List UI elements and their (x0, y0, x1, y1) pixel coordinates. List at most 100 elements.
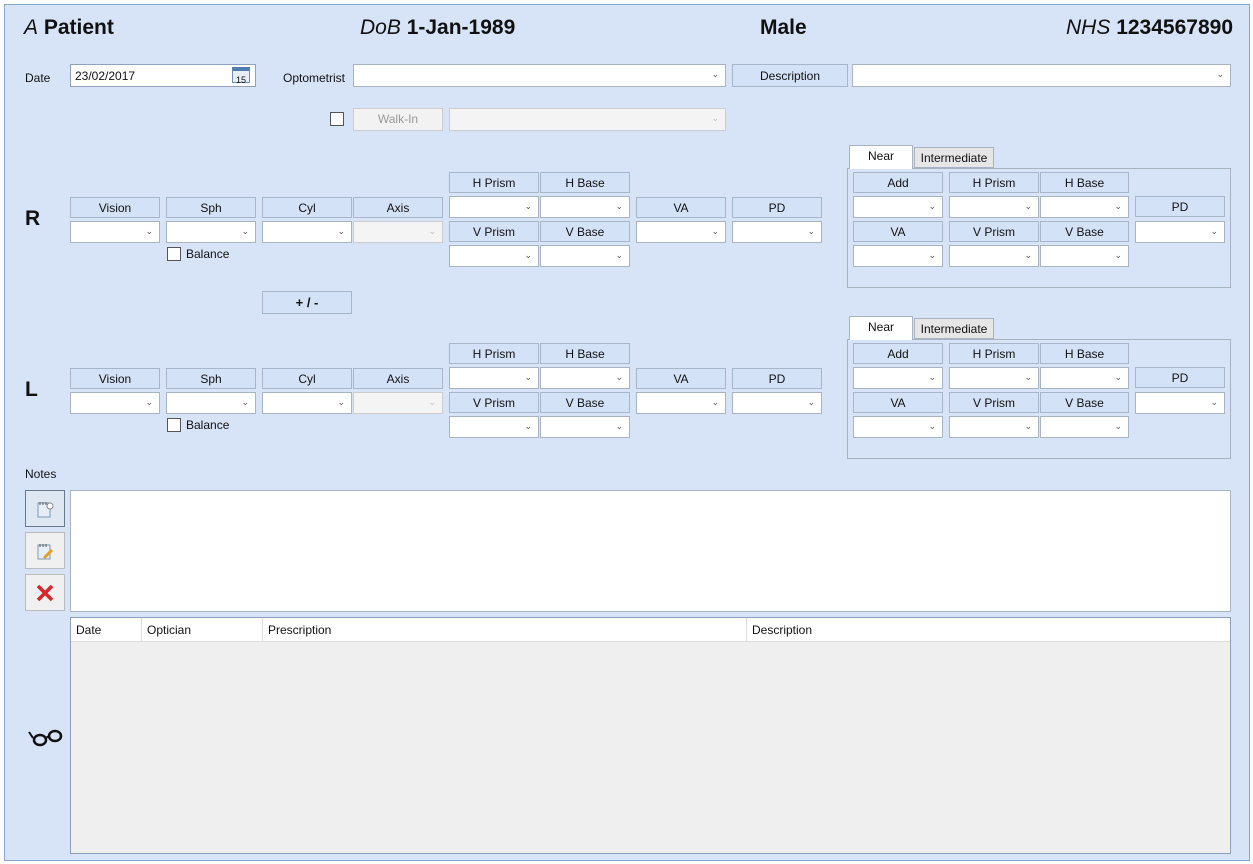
chevron-down-icon: ⌄ (807, 226, 815, 236)
chevron-down-icon: ⌄ (928, 421, 936, 431)
patient-sex: Male (760, 16, 807, 40)
l-near-va-select[interactable]: ⌄ (853, 416, 943, 438)
column-header-prescription[interactable]: Prescription (263, 618, 747, 642)
delete-note-button[interactable] (25, 574, 65, 611)
l-tab-intermediate[interactable]: Intermediate (914, 318, 994, 339)
l-h-prism-select[interactable]: ⌄ (449, 367, 539, 389)
r-v-base-label: V Base (540, 221, 630, 242)
r-near-v-prism-label: V Prism (949, 221, 1039, 242)
l-near-h-base-label: H Base (1040, 343, 1129, 364)
r-near-h-prism-select[interactable]: ⌄ (949, 196, 1039, 218)
l-near-h-base-select[interactable]: ⌄ (1040, 367, 1129, 389)
glasses-icon (28, 729, 63, 747)
plus-minus-button[interactable]: + / - (262, 291, 352, 314)
chevron-down-icon: ⌄ (1114, 421, 1122, 431)
chevron-down-icon: ⌄ (241, 397, 249, 407)
r-sph-label: Sph (166, 197, 256, 218)
column-header-description[interactable]: Description (747, 618, 1230, 642)
l-near-h-prism-select[interactable]: ⌄ (949, 367, 1039, 389)
chevron-down-icon: ⌄ (928, 250, 936, 260)
date-value[interactable]: 23/02/2017 (75, 69, 135, 83)
l-near-add-select[interactable]: ⌄ (853, 367, 943, 389)
r-vision-label: Vision (70, 197, 160, 218)
r-h-base-select[interactable]: ⌄ (540, 196, 630, 218)
l-tab-near[interactable]: Near (849, 316, 913, 340)
l-near-pd-select[interactable]: ⌄ (1135, 392, 1225, 414)
r-vision-select[interactable]: ⌄ (70, 221, 160, 243)
l-sph-select[interactable]: ⌄ (166, 392, 256, 414)
new-note-button[interactable] (25, 490, 65, 527)
l-pd-select[interactable]: ⌄ (732, 392, 822, 414)
chevron-down-icon: ⌄ (1216, 69, 1224, 79)
r-va-select[interactable]: ⌄ (636, 221, 726, 243)
walkin-button[interactable]: Walk-In (353, 108, 443, 131)
l-near-add-label: Add (853, 343, 943, 364)
date-picker[interactable]: 23/02/2017 15 (70, 64, 256, 87)
r-sph-select[interactable]: ⌄ (166, 221, 256, 243)
optometrist-label: Optometrist (283, 71, 346, 85)
r-near-v-base-select[interactable]: ⌄ (1040, 245, 1129, 267)
r-balance-checkbox[interactable] (167, 247, 181, 261)
r-axis-label: Axis (353, 197, 443, 218)
column-header-optician[interactable]: Optician (142, 618, 263, 642)
r-near-add-select[interactable]: ⌄ (853, 196, 943, 218)
prescription-history-grid[interactable]: Date Optician Prescription Description (70, 617, 1231, 854)
l-near-v-base-label: V Base (1040, 392, 1129, 413)
notepad-edit-icon (37, 543, 54, 559)
r-tab-near[interactable]: Near (849, 145, 913, 169)
l-near-v-prism-select[interactable]: ⌄ (949, 416, 1039, 438)
first-name: A (24, 16, 39, 39)
column-header-date[interactable]: Date (71, 618, 142, 642)
l-cyl-select[interactable]: ⌄ (262, 392, 352, 414)
r-v-prism-label: V Prism (449, 221, 539, 242)
l-v-base-select[interactable]: ⌄ (540, 416, 630, 438)
r-axis-select[interactable]: ⌄ (353, 221, 443, 243)
r-cyl-select[interactable]: ⌄ (262, 221, 352, 243)
chevron-down-icon: ⌄ (928, 372, 936, 382)
r-tab-intermediate[interactable]: Intermediate (914, 147, 994, 168)
r-va-label: VA (636, 197, 726, 218)
l-vision-label: Vision (70, 368, 160, 389)
optometrist-select[interactable]: ⌄ (353, 64, 726, 87)
l-h-base-select[interactable]: ⌄ (540, 367, 630, 389)
l-near-v-base-select[interactable]: ⌄ (1040, 416, 1129, 438)
l-vision-select[interactable]: ⌄ (70, 392, 160, 414)
r-near-pd-label: PD (1135, 196, 1225, 217)
l-va-select[interactable]: ⌄ (636, 392, 726, 414)
r-near-pd-select[interactable]: ⌄ (1135, 221, 1225, 243)
r-v-prism-select[interactable]: ⌄ (449, 245, 539, 267)
l-pd-label: PD (732, 368, 822, 389)
r-near-v-base-label: V Base (1040, 221, 1129, 242)
r-pd-select[interactable]: ⌄ (732, 221, 822, 243)
r-near-v-prism-select[interactable]: ⌄ (949, 245, 1039, 267)
l-v-prism-label: V Prism (449, 392, 539, 413)
chevron-down-icon: ⌄ (524, 201, 532, 211)
date-label: Date (25, 71, 51, 85)
chevron-down-icon: ⌄ (1114, 250, 1122, 260)
r-pd-label: PD (732, 197, 822, 218)
l-near-pd-label: PD (1135, 367, 1225, 388)
edit-note-button[interactable] (25, 532, 65, 569)
chevron-down-icon: ⌄ (241, 226, 249, 236)
walkin-select[interactable]: ⌄ (449, 108, 726, 131)
r-h-base-label: H Base (540, 172, 630, 193)
chevron-down-icon: ⌄ (1024, 372, 1032, 382)
chevron-down-icon: ⌄ (711, 397, 719, 407)
r-near-va-select[interactable]: ⌄ (853, 245, 943, 267)
notes-textarea[interactable] (70, 490, 1231, 612)
r-balance-label: Balance (186, 247, 230, 261)
walkin-checkbox[interactable] (330, 112, 344, 126)
l-axis-select[interactable]: ⌄ (353, 392, 443, 414)
calendar-icon[interactable]: 15 (232, 67, 250, 85)
patient-dob: DoB 1-Jan-1989 (360, 16, 515, 40)
chevron-down-icon: ⌄ (1114, 372, 1122, 382)
l-h-prism-label: H Prism (449, 343, 539, 364)
r-h-prism-select[interactable]: ⌄ (449, 196, 539, 218)
l-balance-checkbox[interactable] (167, 418, 181, 432)
chevron-down-icon: ⌄ (1114, 201, 1122, 211)
r-near-h-base-select[interactable]: ⌄ (1040, 196, 1129, 218)
chevron-down-icon: ⌄ (337, 397, 345, 407)
l-v-prism-select[interactable]: ⌄ (449, 416, 539, 438)
r-v-base-select[interactable]: ⌄ (540, 245, 630, 267)
description-select[interactable]: ⌄ (852, 64, 1231, 87)
